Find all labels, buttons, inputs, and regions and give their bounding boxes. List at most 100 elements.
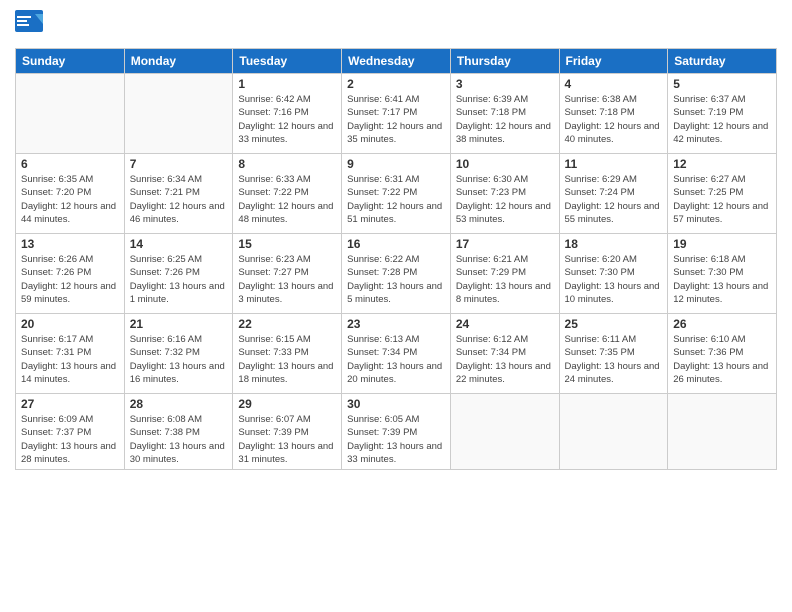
day-info: Sunrise: 6:42 AM Sunset: 7:16 PM Dayligh… [238, 93, 336, 146]
day-info: Sunrise: 6:34 AM Sunset: 7:21 PM Dayligh… [130, 173, 228, 226]
calendar-week-1: 1 Sunrise: 6:42 AM Sunset: 7:16 PM Daylig… [16, 74, 777, 154]
calendar-cell: 21 Sunrise: 6:16 AM Sunset: 7:32 PM Dayli… [124, 314, 233, 394]
calendar-cell: 5Sunrise: 6:37 AM Sunset: 7:19 PM Daylig… [668, 74, 777, 154]
calendar-cell: 8 Sunrise: 6:33 AM Sunset: 7:22 PM Daylig… [233, 154, 342, 234]
weekday-header-tuesday: Tuesday [233, 49, 342, 74]
day-info: Sunrise: 6:38 AM Sunset: 7:18 PM Dayligh… [565, 93, 663, 146]
day-number: 17 [456, 237, 554, 251]
day-number: 3 [456, 77, 554, 91]
calendar-cell: 26 Sunrise: 6:10 AM Sunset: 7:36 PM Dayli… [668, 314, 777, 394]
day-number: 1 [238, 77, 336, 91]
day-number: 29 [238, 397, 336, 411]
day-info: Sunrise: 6:20 AM Sunset: 7:30 PM Dayligh… [565, 253, 663, 306]
day-number: 26 [673, 317, 771, 331]
day-number: 18 [565, 237, 663, 251]
day-number: 28 [130, 397, 228, 411]
day-info: Sunrise: 6:39 AM Sunset: 7:18 PM Dayligh… [456, 93, 554, 146]
day-number: 6 [21, 157, 119, 171]
day-info: Sunrise: 6:33 AM Sunset: 7:22 PM Dayligh… [238, 173, 336, 226]
calendar-cell: 22 Sunrise: 6:15 AM Sunset: 7:33 PM Dayli… [233, 314, 342, 394]
calendar-cell: 6 Sunrise: 6:35 AM Sunset: 7:20 PM Daylig… [16, 154, 125, 234]
day-info: Sunrise: 6:25 AM Sunset: 7:26 PM Dayligh… [130, 253, 228, 306]
calendar-cell: 15 Sunrise: 6:23 AM Sunset: 7:27 PM Dayli… [233, 234, 342, 314]
calendar-week-5: 27 Sunrise: 6:09 AM Sunset: 7:37 PM Dayli… [16, 394, 777, 470]
day-number: 13 [21, 237, 119, 251]
day-info: Sunrise: 6:21 AM Sunset: 7:29 PM Dayligh… [456, 253, 554, 306]
calendar-cell: 7 Sunrise: 6:34 AM Sunset: 7:21 PM Daylig… [124, 154, 233, 234]
calendar-cell: 1 Sunrise: 6:42 AM Sunset: 7:16 PM Daylig… [233, 74, 342, 154]
day-number: 25 [565, 317, 663, 331]
weekday-header-thursday: Thursday [450, 49, 559, 74]
day-info: Sunrise: 6:16 AM Sunset: 7:32 PM Dayligh… [130, 333, 228, 386]
day-number: 20 [21, 317, 119, 331]
day-info: Sunrise: 6:10 AM Sunset: 7:36 PM Dayligh… [673, 333, 771, 386]
day-number: 10 [456, 157, 554, 171]
weekday-header-monday: Monday [124, 49, 233, 74]
calendar-cell [450, 394, 559, 470]
calendar-cell: 30 Sunrise: 6:05 AM Sunset: 7:39 PM Dayli… [342, 394, 451, 470]
day-info: Sunrise: 6:05 AM Sunset: 7:39 PM Dayligh… [347, 413, 445, 466]
day-number: 4 [565, 77, 663, 91]
weekday-header-sunday: Sunday [16, 49, 125, 74]
calendar-cell [668, 394, 777, 470]
day-info: Sunrise: 6:30 AM Sunset: 7:23 PM Dayligh… [456, 173, 554, 226]
day-info: Sunrise: 6:26 AM Sunset: 7:26 PM Dayligh… [21, 253, 119, 306]
header [15, 10, 777, 40]
weekday-header-wednesday: Wednesday [342, 49, 451, 74]
calendar-cell [16, 74, 125, 154]
calendar-week-4: 20Sunrise: 6:17 AM Sunset: 7:31 PM Dayli… [16, 314, 777, 394]
calendar-week-2: 6 Sunrise: 6:35 AM Sunset: 7:20 PM Daylig… [16, 154, 777, 234]
calendar-cell: 13 Sunrise: 6:26 AM Sunset: 7:26 PM Dayli… [16, 234, 125, 314]
day-number: 8 [238, 157, 336, 171]
calendar-cell [124, 74, 233, 154]
calendar-cell: 23Sunrise: 6:13 AM Sunset: 7:34 PM Dayli… [342, 314, 451, 394]
calendar-cell: 16Sunrise: 6:22 AM Sunset: 7:28 PM Dayli… [342, 234, 451, 314]
day-number: 15 [238, 237, 336, 251]
calendar-cell: 25 Sunrise: 6:11 AM Sunset: 7:35 PM Dayli… [559, 314, 668, 394]
calendar-cell: 20Sunrise: 6:17 AM Sunset: 7:31 PM Dayli… [16, 314, 125, 394]
weekday-header-saturday: Saturday [668, 49, 777, 74]
page: SundayMondayTuesdayWednesdayThursdayFrid… [0, 0, 792, 612]
calendar-cell: 4 Sunrise: 6:38 AM Sunset: 7:18 PM Daylig… [559, 74, 668, 154]
calendar-week-3: 13 Sunrise: 6:26 AM Sunset: 7:26 PM Dayli… [16, 234, 777, 314]
calendar-cell: 24Sunrise: 6:12 AM Sunset: 7:34 PM Dayli… [450, 314, 559, 394]
day-info: Sunrise: 6:15 AM Sunset: 7:33 PM Dayligh… [238, 333, 336, 386]
day-number: 5 [673, 77, 771, 91]
day-number: 16 [347, 237, 445, 251]
calendar-cell: 19Sunrise: 6:18 AM Sunset: 7:30 PM Dayli… [668, 234, 777, 314]
weekday-header-row: SundayMondayTuesdayWednesdayThursdayFrid… [16, 49, 777, 74]
day-info: Sunrise: 6:09 AM Sunset: 7:37 PM Dayligh… [21, 413, 119, 466]
calendar-cell: 29Sunrise: 6:07 AM Sunset: 7:39 PM Dayli… [233, 394, 342, 470]
calendar-cell: 10 Sunrise: 6:30 AM Sunset: 7:23 PM Dayli… [450, 154, 559, 234]
calendar-cell: 28 Sunrise: 6:08 AM Sunset: 7:38 PM Dayli… [124, 394, 233, 470]
calendar-cell [559, 394, 668, 470]
calendar-table: SundayMondayTuesdayWednesdayThursdayFrid… [15, 48, 777, 470]
day-number: 2 [347, 77, 445, 91]
day-info: Sunrise: 6:29 AM Sunset: 7:24 PM Dayligh… [565, 173, 663, 226]
calendar-cell: 11 Sunrise: 6:29 AM Sunset: 7:24 PM Dayli… [559, 154, 668, 234]
calendar-cell: 27 Sunrise: 6:09 AM Sunset: 7:37 PM Dayli… [16, 394, 125, 470]
day-number: 27 [21, 397, 119, 411]
day-number: 14 [130, 237, 228, 251]
calendar-cell: 2 Sunrise: 6:41 AM Sunset: 7:17 PM Daylig… [342, 74, 451, 154]
day-info: Sunrise: 6:13 AM Sunset: 7:34 PM Dayligh… [347, 333, 445, 386]
weekday-header-friday: Friday [559, 49, 668, 74]
logo [15, 10, 49, 40]
day-number: 22 [238, 317, 336, 331]
day-info: Sunrise: 6:27 AM Sunset: 7:25 PM Dayligh… [673, 173, 771, 226]
day-info: Sunrise: 6:08 AM Sunset: 7:38 PM Dayligh… [130, 413, 228, 466]
day-info: Sunrise: 6:18 AM Sunset: 7:30 PM Dayligh… [673, 253, 771, 306]
day-info: Sunrise: 6:41 AM Sunset: 7:17 PM Dayligh… [347, 93, 445, 146]
calendar-cell: 18 Sunrise: 6:20 AM Sunset: 7:30 PM Dayli… [559, 234, 668, 314]
day-number: 30 [347, 397, 445, 411]
day-info: Sunrise: 6:11 AM Sunset: 7:35 PM Dayligh… [565, 333, 663, 386]
day-number: 21 [130, 317, 228, 331]
calendar-cell: 3 Sunrise: 6:39 AM Sunset: 7:18 PM Daylig… [450, 74, 559, 154]
day-info: Sunrise: 6:35 AM Sunset: 7:20 PM Dayligh… [21, 173, 119, 226]
day-number: 7 [130, 157, 228, 171]
calendar-cell: 14 Sunrise: 6:25 AM Sunset: 7:26 PM Dayli… [124, 234, 233, 314]
day-number: 11 [565, 157, 663, 171]
calendar-cell: 17 Sunrise: 6:21 AM Sunset: 7:29 PM Dayli… [450, 234, 559, 314]
day-info: Sunrise: 6:23 AM Sunset: 7:27 PM Dayligh… [238, 253, 336, 306]
calendar-cell: 9Sunrise: 6:31 AM Sunset: 7:22 PM Daylig… [342, 154, 451, 234]
